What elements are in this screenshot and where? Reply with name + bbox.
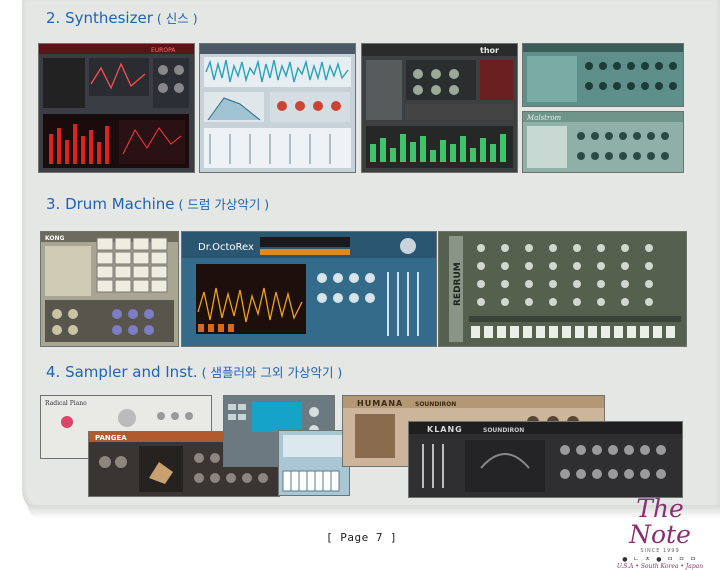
section-subtitle: ( 샘플러와 그외 가상악기 ) xyxy=(201,365,343,380)
section-title: Sampler and Inst. xyxy=(65,363,198,381)
malstrom-label: Malstrom xyxy=(526,114,562,122)
europa-label: EUROPA xyxy=(151,47,176,54)
humana-soundiron-label: SOUNDIRON xyxy=(415,401,456,408)
dr-octo-rex-image: Dr.OctoRex xyxy=(181,231,437,347)
redrum-image: REDRUM xyxy=(438,231,687,347)
redrum-label: REDRUM xyxy=(453,262,463,306)
section-subtitle: ( 신스 ) xyxy=(156,11,198,26)
the-note-logo: The Note SINCE 1999 ● ㄴ ㅈ ● ㅁ ㅁ ㅁ U.S.A … xyxy=(604,494,716,570)
section-heading-drum-machine: 3. Drum Machine( 드럼 가상악기 ) xyxy=(46,194,269,213)
section-number: 4. xyxy=(46,363,61,381)
logo-locations: U.S.A • South Korea • Japan xyxy=(616,563,704,570)
klang-soundiron-label: SOUNDIRON xyxy=(483,427,524,434)
keyboard-synth-image xyxy=(278,430,350,496)
humana-label: HUMANA xyxy=(357,399,403,408)
europa-synth-image: EUROPA xyxy=(38,43,195,173)
thor-label: thor xyxy=(480,46,499,55)
section-number: 3. xyxy=(46,195,61,213)
section-number: 2. xyxy=(46,9,61,27)
page-number: [ Page 7 ] xyxy=(326,531,398,544)
malstrom-synth-image: Malstrom xyxy=(522,111,684,173)
kong-label: KONG xyxy=(45,235,65,242)
logo-name: The Note xyxy=(629,494,691,549)
synth-rack-image xyxy=(522,43,684,107)
waveform-synth-image xyxy=(199,43,356,173)
pangea-label: PANGEA xyxy=(95,434,127,442)
klang-image: KLANG SOUNDIRON xyxy=(408,421,683,498)
klang-label: KLANG xyxy=(427,425,463,434)
radical-piano-label: Radical Piano xyxy=(45,400,87,407)
thor-synth-image: thor xyxy=(361,43,518,173)
section-title: Synthesizer xyxy=(65,9,153,27)
section-subtitle: ( 드럼 가상악기 ) xyxy=(178,197,270,212)
dr-octo-rex-label: Dr.OctoRex xyxy=(198,242,254,253)
section-heading-synthesizer: 2. Synthesizer( 신스 ) xyxy=(46,8,198,27)
section-title: Drum Machine xyxy=(65,195,175,213)
section-heading-sampler: 4. Sampler and Inst.( 샘플러와 그외 가상악기 ) xyxy=(46,362,342,381)
kong-drum-image: KONG xyxy=(40,231,179,347)
